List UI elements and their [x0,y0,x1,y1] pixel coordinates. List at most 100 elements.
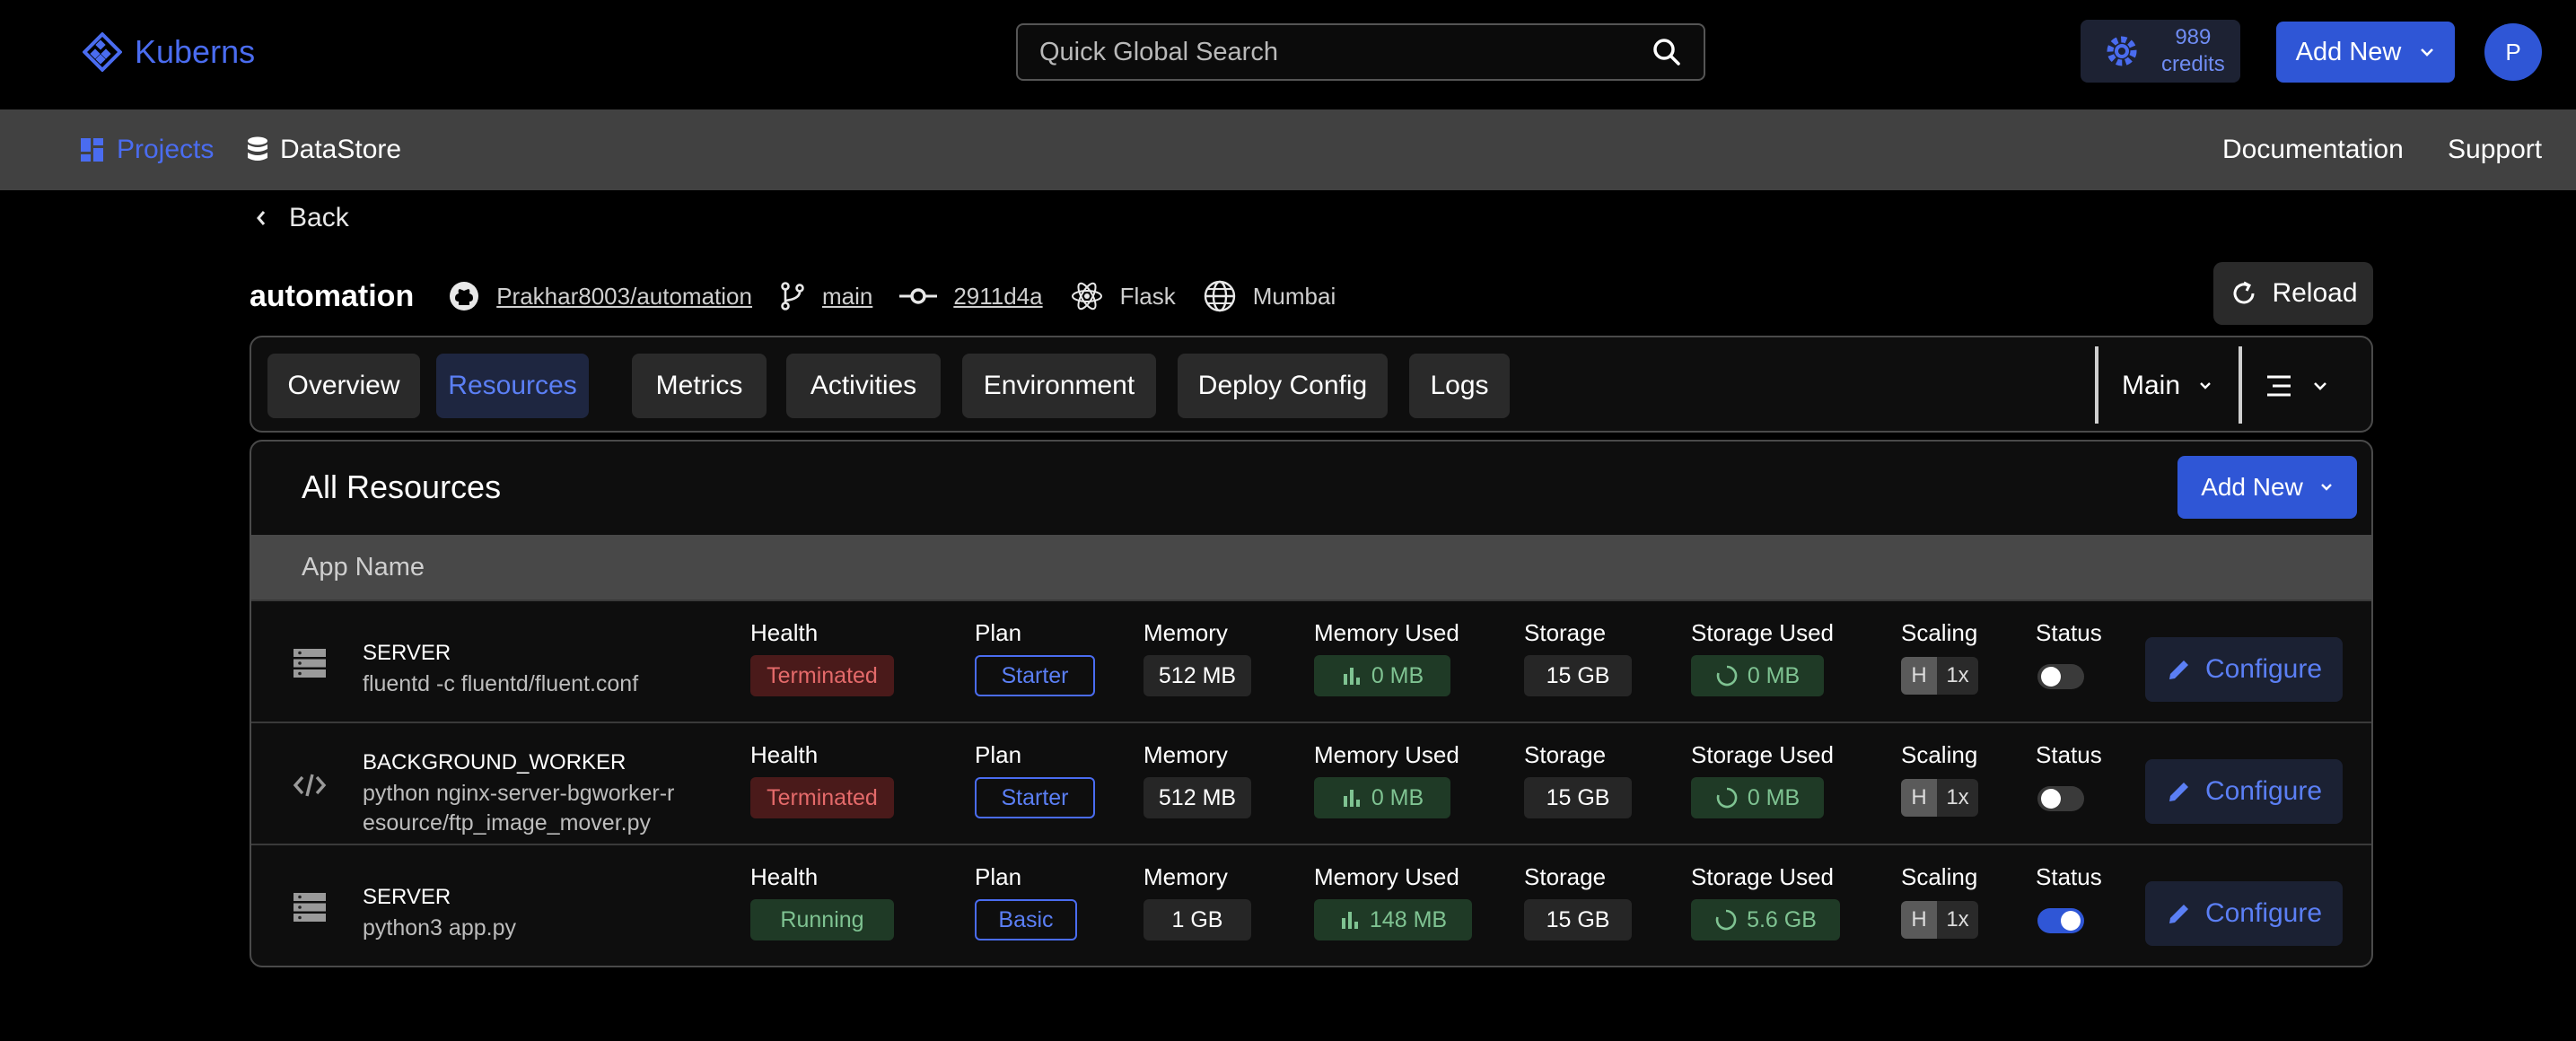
search-input[interactable] [1039,37,1652,67]
code-icon [293,774,327,797]
configure-button[interactable]: Configure [2145,881,2343,946]
tab-activities[interactable]: Activities [786,354,941,418]
back-link[interactable]: Back [255,203,349,233]
scaling-control[interactable]: H 1x [1901,901,1978,939]
tab-deploy-config[interactable]: Deploy Config [1178,354,1388,418]
resource-command: fluentd -c fluentd/fluent.conf [363,671,639,696]
storage-used-text: 0 MB [1747,662,1801,688]
plan-label: Plan [975,741,1022,768]
health-badge: Terminated [750,655,894,696]
environment-select-value: Main [2122,371,2181,400]
scaling-factor: 1x [1937,657,1978,695]
tab-resources[interactable]: Resources [436,354,589,418]
git-branch-icon [781,282,804,311]
resource-type: BACKGROUND_WORKER [363,750,626,774]
view-menu-select[interactable] [2265,354,2328,418]
react-atom-icon [1071,282,1102,311]
resource-command-line: python nginx-server-bgworker-r [363,781,675,806]
toggle-knob [2041,789,2061,809]
avatar[interactable]: P [2484,23,2542,81]
plan-badge[interactable]: Starter [975,777,1095,818]
chevron-down-icon [2314,382,2326,390]
nav-documentation[interactable]: Documentation [2222,109,2404,190]
memory-used-value: 148 MB [1314,899,1472,940]
tab-metrics[interactable]: Metrics [632,354,767,418]
project-framework: Flask [1070,279,1176,313]
spinner-icon [1715,909,1737,931]
configure-button[interactable]: Configure [2145,637,2343,702]
storage-label: Storage [1524,863,1607,890]
storage-value: 15 GB [1524,655,1632,696]
credits-badge[interactable]: 989 credits [2081,20,2240,83]
scaling-control[interactable]: H 1x [1901,657,1978,695]
credits-text: 989 credits [2161,24,2225,78]
branch-link[interactable]: main [822,283,872,311]
reload-label: Reload [2272,278,2358,308]
nav-datastore[interactable]: DataStore [246,109,401,190]
scaling-factor: 1x [1937,901,1978,939]
configure-button[interactable]: Configure [2145,759,2343,824]
region-label: Mumbai [1252,282,1336,310]
grid-icon [81,138,103,162]
memory-value: 512 MB [1143,777,1251,818]
status-toggle[interactable] [2037,664,2084,689]
reload-button[interactable]: Reload [2213,262,2373,325]
status-label: Status [2036,619,2102,646]
scaling-type: H [1901,657,1937,695]
top-bar: Kuberns 989 credits Add New P [0,0,2576,109]
project-header: automation Prakhar8003/automation main 2… [250,269,1362,323]
github-icon [450,282,479,311]
resource-type: SERVER [363,885,451,909]
project-repo[interactable]: Prakhar8003/automation [448,280,752,312]
memory-label: Memory [1143,863,1228,890]
repo-link[interactable]: Prakhar8003/automation [496,283,752,311]
scaling-type: H [1901,901,1937,939]
storage-used-value: 5.6 GB [1691,899,1840,940]
project-region: Mumbai [1203,279,1336,313]
project-commit[interactable]: 2911d4a [899,283,1043,311]
storage-label: Storage [1524,741,1607,768]
bar-chart-icon [1343,668,1360,685]
commit-link[interactable]: 2911d4a [953,283,1042,311]
add-new-button[interactable]: Add New [2276,22,2455,83]
health-label: Health [750,619,819,646]
tab-overview[interactable]: Overview [267,354,420,418]
spinner-icon [1716,787,1738,809]
brand-logo[interactable]: Kuberns [83,32,255,72]
environment-select[interactable]: Main [2122,354,2212,418]
configure-label: Configure [2204,898,2323,928]
memory-value: 512 MB [1143,655,1251,696]
plan-badge[interactable]: Starter [975,655,1095,696]
storage-used-value: 0 MB [1691,777,1824,818]
memory-used-text: 0 MB [1371,662,1424,688]
search-icon[interactable] [1652,37,1682,67]
nav-projects[interactable]: Projects [79,109,214,190]
health-label: Health [750,863,819,890]
scaling-label: Scaling [1901,741,1978,768]
nav-support[interactable]: Support [2448,109,2542,190]
toggle-knob [2061,911,2081,931]
health-badge: Running [750,899,894,940]
project-branch[interactable]: main [779,281,872,311]
scaling-control[interactable]: H 1x [1901,779,1978,817]
tab-logs[interactable]: Logs [1409,354,1510,418]
nav-datastore-label: DataStore [280,135,402,164]
refresh-icon [2233,281,2255,304]
storage-label: Storage [1524,619,1607,646]
credits-amount: 989 [2175,25,2212,49]
memory-label: Memory [1143,741,1228,768]
status-toggle[interactable] [2037,786,2084,811]
global-search[interactable] [1016,23,1705,81]
memory-used-label: Memory Used [1314,619,1459,646]
resource-row: SERVER python3 app.py Health Running Pla… [251,844,2371,966]
menu-lines-icon [2267,375,2291,397]
memory-used-text: 148 MB [1369,906,1448,932]
kuberns-logo-icon [83,32,122,72]
brand-name: Kuberns [135,33,256,70]
plan-badge[interactable]: Basic [975,899,1077,940]
tab-environment[interactable]: Environment [962,354,1156,418]
status-toggle[interactable] [2037,908,2084,933]
column-header: App Name [251,535,2371,599]
storage-used-text: 0 MB [1747,784,1801,810]
add-resource-button[interactable]: Add New [2177,456,2357,519]
